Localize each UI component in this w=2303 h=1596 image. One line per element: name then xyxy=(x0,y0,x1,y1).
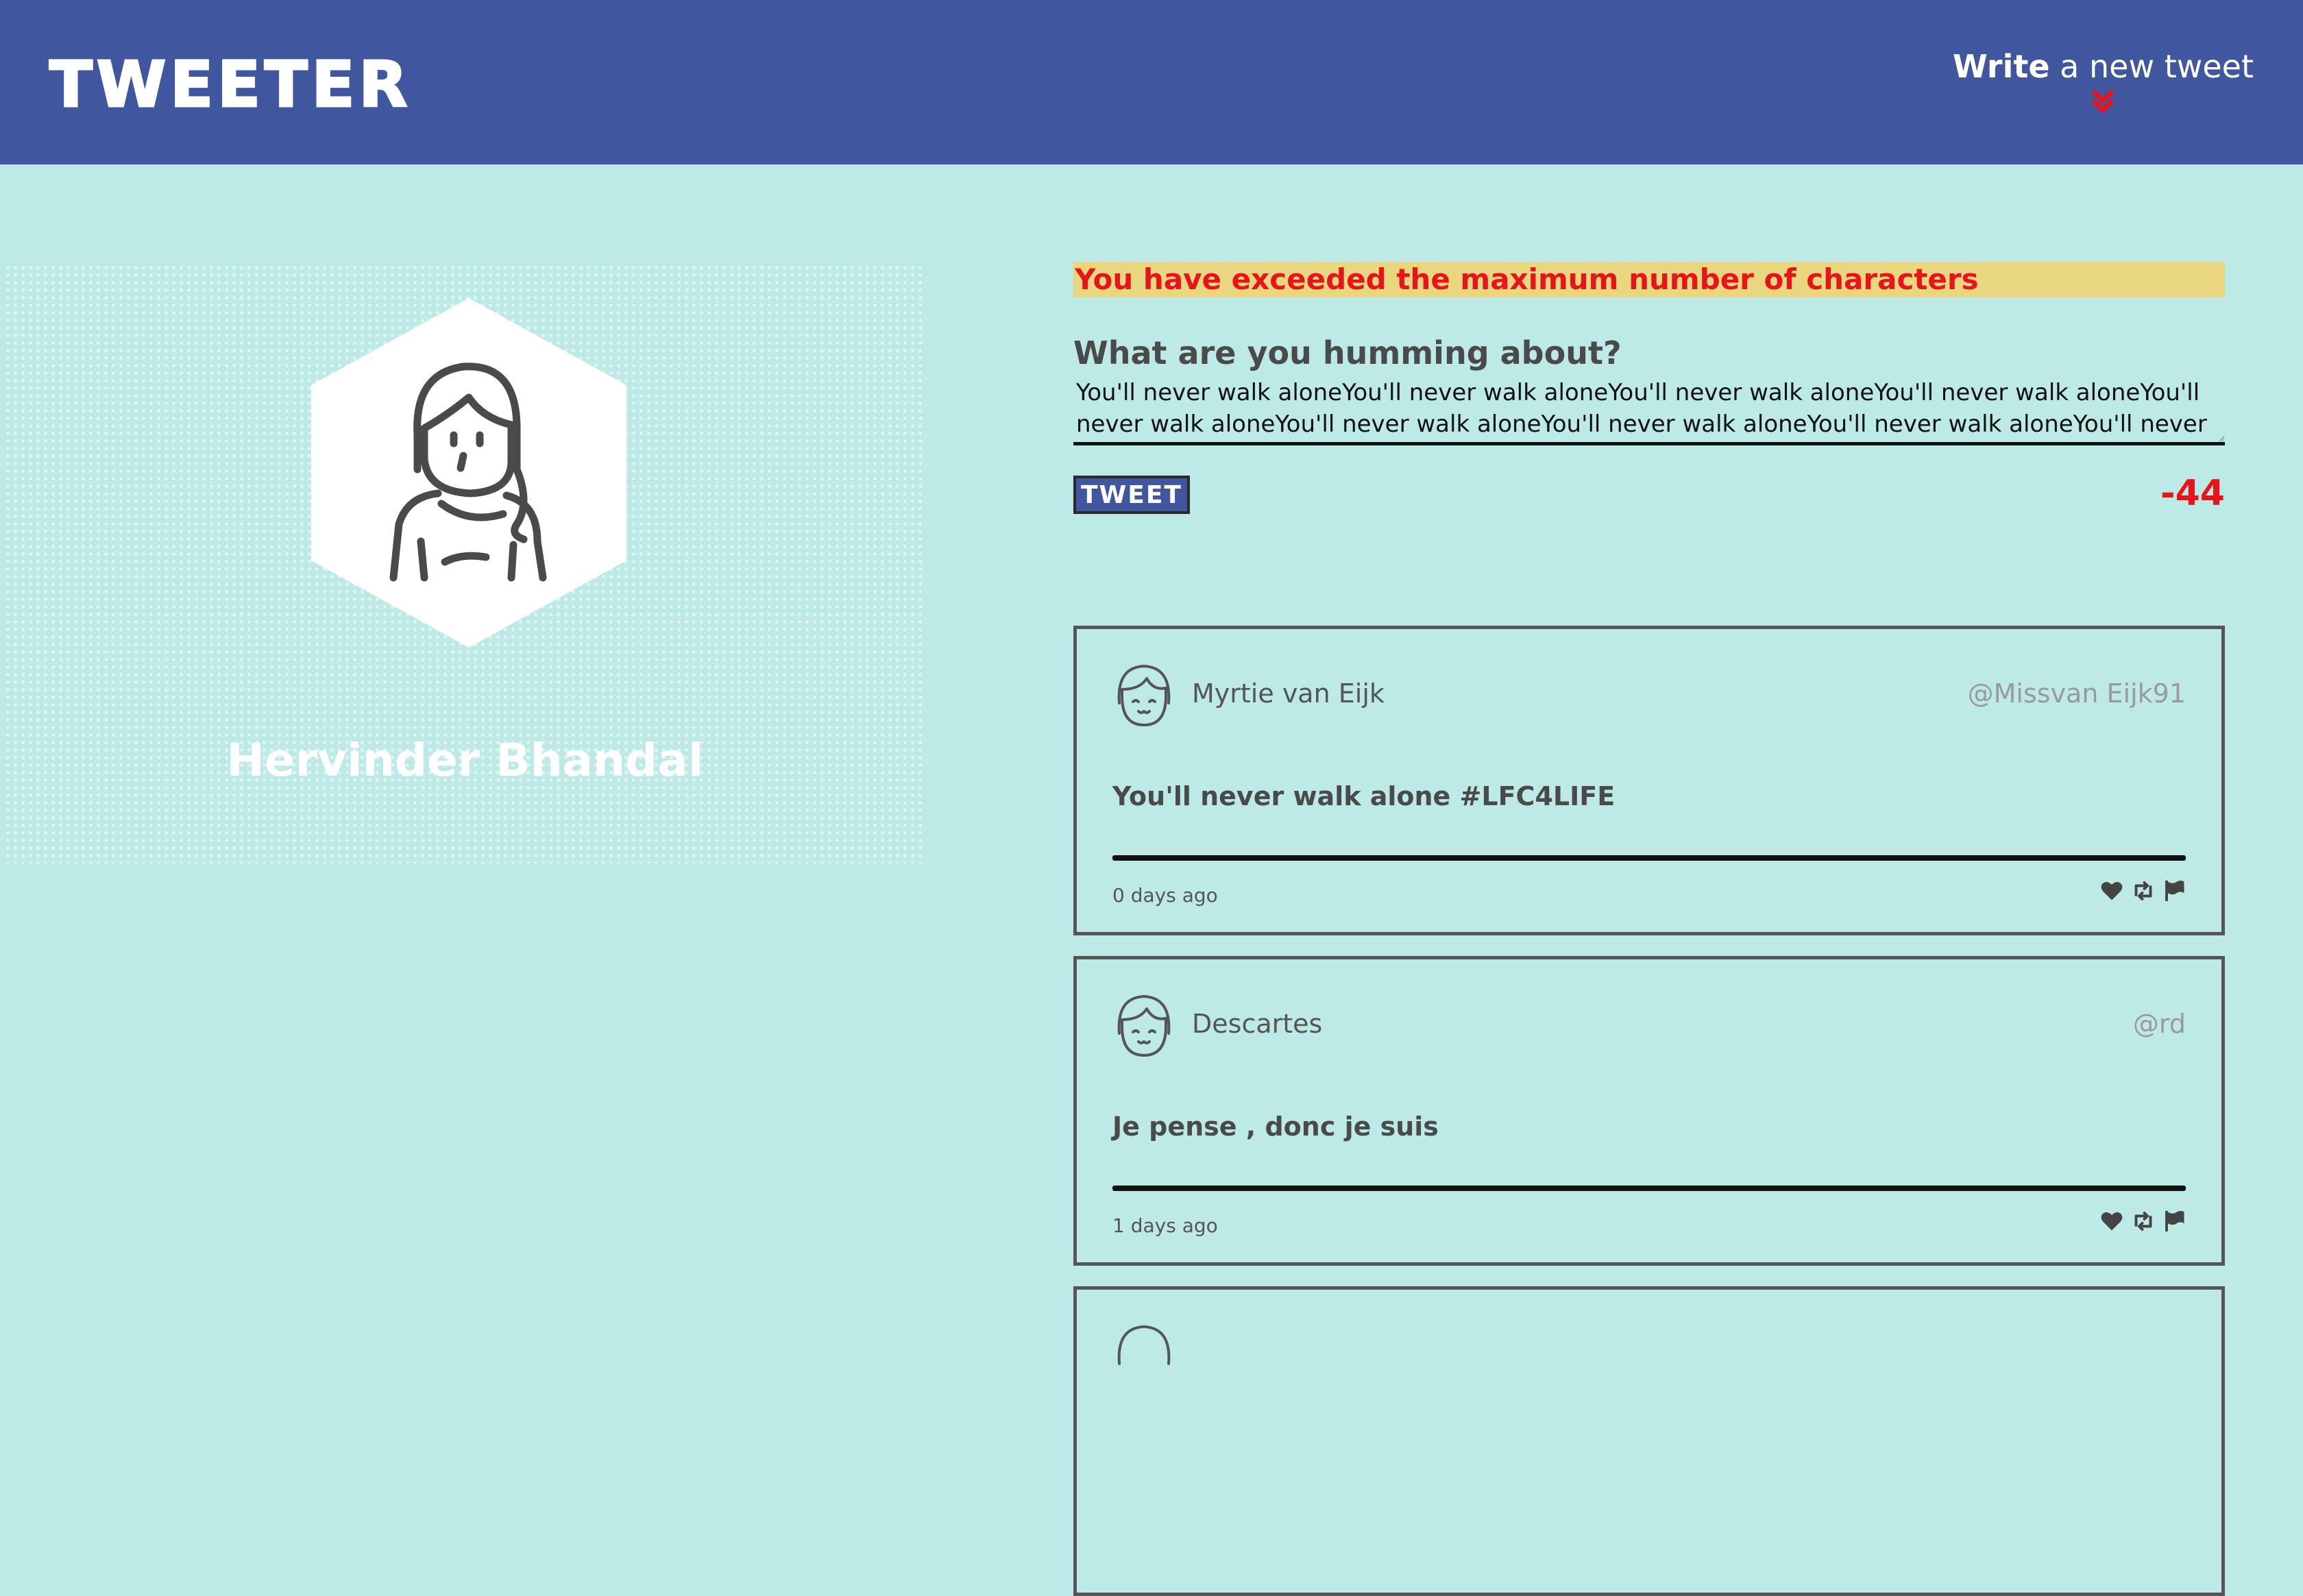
tweet-divider xyxy=(1112,1186,2186,1191)
retweet-icon[interactable] xyxy=(2131,1209,2156,1233)
write-tweet-toggle[interactable]: Write a new tweet xyxy=(1953,48,2254,116)
tweet-avatar-icon xyxy=(1117,665,1171,726)
tweet-actions xyxy=(2099,879,2187,903)
profile-card: Hervinder Bhandal xyxy=(4,264,926,863)
write-tweet-rest: a new tweet xyxy=(2049,48,2254,85)
tweet-avatar-icon xyxy=(1117,1325,1171,1365)
heart-icon[interactable] xyxy=(2099,1209,2124,1233)
tweet-divider xyxy=(1112,855,2186,861)
top-navbar: TWEETER Write a new tweet xyxy=(0,0,2303,164)
tweet-submit-button[interactable]: TWEET xyxy=(1073,476,1190,514)
flag-icon[interactable] xyxy=(2162,879,2187,903)
error-message: You have exceeded the maximum number of … xyxy=(1073,262,2225,297)
tweet-author-handle: @Missvan Eijk91 xyxy=(1967,678,2186,709)
double-chevron-down-icon[interactable] xyxy=(2089,88,2117,116)
tweet-timestamp: 1 days ago xyxy=(1112,1214,1218,1237)
tweet-actions xyxy=(2099,1209,2187,1233)
compose-label: What are you humming about? xyxy=(1073,334,1622,371)
tweet-content: Je pense , donc je suis xyxy=(1112,1112,1439,1142)
heart-icon[interactable] xyxy=(2099,879,2124,903)
tweet-author-name: Descartes xyxy=(1192,1009,1323,1039)
tweet-card: Myrtie van Eijk @Missvan Eijk91 You'll n… xyxy=(1073,626,2225,935)
tweet-author-handle: @rd xyxy=(2132,1009,2186,1039)
brand-logo[interactable]: TWEETER xyxy=(48,47,411,123)
tweet-timestamp: 0 days ago xyxy=(1112,884,1218,907)
write-tweet-bold: Write xyxy=(1952,48,2050,85)
profile-name: Hervinder Bhandal xyxy=(226,734,704,787)
flag-icon[interactable] xyxy=(2162,1209,2187,1233)
tweet-avatar-icon xyxy=(1117,995,1171,1057)
tweet-content: You'll never walk alone #LFC4LIFE xyxy=(1112,781,1616,811)
tweet-card xyxy=(1073,1286,2225,1596)
user-avatar-icon xyxy=(311,298,626,648)
tweet-author-name: Myrtie van Eijk xyxy=(1192,678,1385,709)
tweet-card: Descartes @rd Je pense , donc je suis 1 … xyxy=(1073,956,2225,1266)
tweet-textarea[interactable] xyxy=(1073,376,2225,445)
retweet-icon[interactable] xyxy=(2131,879,2156,903)
character-counter: -44 xyxy=(2160,473,2225,514)
